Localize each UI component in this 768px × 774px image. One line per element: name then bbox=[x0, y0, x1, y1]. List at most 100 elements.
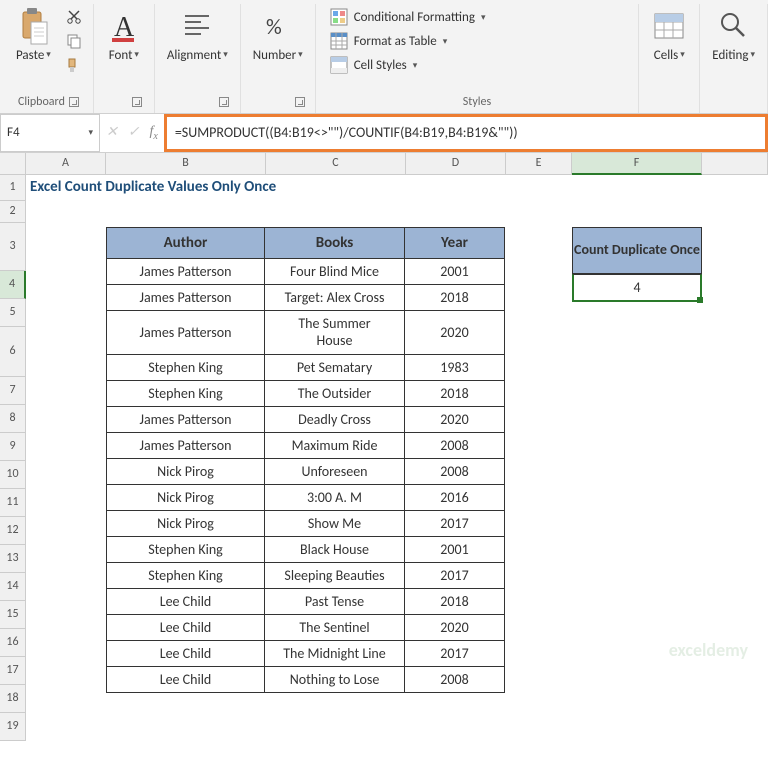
group-styles: Conditional Formatting▾ Format as Table▾… bbox=[316, 4, 640, 113]
format-painter-button[interactable] bbox=[63, 54, 85, 76]
table-cell[interactable]: Show Me bbox=[265, 510, 405, 536]
table-cell[interactable]: Sleeping Beauties bbox=[265, 562, 405, 588]
table-cell[interactable]: Maximum Ride bbox=[265, 432, 405, 458]
table-cell[interactable]: 1983 bbox=[405, 354, 505, 380]
copy-button[interactable] bbox=[63, 30, 85, 52]
row-header-17[interactable]: 17 bbox=[0, 657, 26, 685]
cut-button[interactable] bbox=[63, 6, 85, 28]
table-cell[interactable]: Lee Child bbox=[107, 666, 265, 692]
row-header-12[interactable]: 12 bbox=[0, 517, 26, 545]
table-cell[interactable]: Pet Sematary bbox=[265, 354, 405, 380]
column-header-F[interactable]: F bbox=[572, 153, 702, 175]
column-header-B[interactable]: B bbox=[106, 153, 266, 175]
table-cell[interactable]: Nick Pirog bbox=[107, 484, 265, 510]
table-cell[interactable]: 2016 bbox=[405, 484, 505, 510]
table-cell[interactable]: 3:00 A. M bbox=[265, 484, 405, 510]
row-header-14[interactable]: 14 bbox=[0, 573, 26, 601]
row-header-5[interactable]: 5 bbox=[0, 299, 26, 327]
table-cell[interactable]: The SummerHouse bbox=[265, 310, 405, 354]
table-cell[interactable]: 2018 bbox=[405, 588, 505, 614]
table-cell[interactable]: James Patterson bbox=[107, 310, 265, 354]
row-header-18[interactable]: 18 bbox=[0, 685, 26, 713]
font-button[interactable]: A Font▾ bbox=[100, 4, 148, 65]
table-cell[interactable]: Stephen King bbox=[107, 536, 265, 562]
alignment-button[interactable]: Alignment▾ bbox=[161, 4, 234, 65]
table-cell[interactable]: 2018 bbox=[405, 284, 505, 310]
table-cell[interactable]: 2020 bbox=[405, 310, 505, 354]
dialog-launcher[interactable] bbox=[69, 97, 79, 107]
name-box[interactable]: F4 ▾ bbox=[0, 114, 100, 152]
row-header-7[interactable]: 7 bbox=[0, 377, 26, 405]
cell-styles-button[interactable]: Cell Styles▾ bbox=[326, 54, 629, 76]
table-cell[interactable]: Stephen King bbox=[107, 562, 265, 588]
table-cell[interactable]: 2008 bbox=[405, 666, 505, 692]
column-header-A[interactable]: A bbox=[26, 153, 106, 175]
row-header-6[interactable]: 6 bbox=[0, 327, 26, 377]
table-cell[interactable]: Stephen King bbox=[107, 354, 265, 380]
row-header-10[interactable]: 10 bbox=[0, 461, 26, 489]
formula-input[interactable]: =SUMPRODUCT((B4:B19<>"")/COUNTIF(B4:B19,… bbox=[164, 114, 768, 152]
row-header-2[interactable]: 2 bbox=[0, 201, 26, 223]
row-header-15[interactable]: 15 bbox=[0, 601, 26, 629]
table-cell[interactable]: Stephen King bbox=[107, 380, 265, 406]
row-header-11[interactable]: 11 bbox=[0, 489, 26, 517]
table-cell[interactable]: Four Blind Mice bbox=[265, 258, 405, 284]
table-cell[interactable]: Lee Child bbox=[107, 614, 265, 640]
table-cell[interactable]: 2017 bbox=[405, 510, 505, 536]
table-cell[interactable]: James Patterson bbox=[107, 406, 265, 432]
table-cell[interactable]: 2017 bbox=[405, 562, 505, 588]
table-cell[interactable]: Deadly Cross bbox=[265, 406, 405, 432]
conditional-formatting-button[interactable]: Conditional Formatting▾ bbox=[326, 6, 629, 28]
table-cell[interactable]: 2008 bbox=[405, 432, 505, 458]
table-cell[interactable]: Target: Alex Cross bbox=[265, 284, 405, 310]
percent-icon: % bbox=[260, 6, 296, 46]
table-cell[interactable]: 2001 bbox=[405, 536, 505, 562]
table-cell[interactable]: Black House bbox=[265, 536, 405, 562]
row-header-8[interactable]: 8 bbox=[0, 405, 26, 433]
table-cell[interactable]: The Midnight Line bbox=[265, 640, 405, 666]
column-header-D[interactable]: D bbox=[406, 153, 506, 175]
dialog-launcher[interactable] bbox=[295, 97, 305, 107]
table-cell[interactable]: 2008 bbox=[405, 458, 505, 484]
column-header-E[interactable]: E bbox=[506, 153, 572, 175]
table-cell[interactable]: 2020 bbox=[405, 406, 505, 432]
format-as-table-button[interactable]: Format as Table▾ bbox=[326, 30, 629, 52]
table-cell[interactable]: James Patterson bbox=[107, 284, 265, 310]
table-cell[interactable]: Nothing to Lose bbox=[265, 666, 405, 692]
table-cell[interactable]: Lee Child bbox=[107, 640, 265, 666]
row-header-19[interactable]: 19 bbox=[0, 713, 26, 741]
table-cell[interactable]: 2001 bbox=[405, 258, 505, 284]
enter-formula-button[interactable]: ✓ bbox=[128, 124, 140, 141]
table-cell[interactable]: James Patterson bbox=[107, 432, 265, 458]
table-cell[interactable]: James Patterson bbox=[107, 258, 265, 284]
active-cell[interactable]: 4 bbox=[572, 274, 702, 302]
row-header-9[interactable]: 9 bbox=[0, 433, 26, 461]
fx-button[interactable]: fx bbox=[149, 124, 157, 142]
table-cell[interactable]: 2017 bbox=[405, 640, 505, 666]
row-header-3[interactable]: 3 bbox=[0, 223, 26, 271]
table-cell[interactable]: Nick Pirog bbox=[107, 510, 265, 536]
table-row: Nick Pirog3:00 A. M2016 bbox=[107, 484, 505, 510]
cells-button[interactable]: Cells▾ bbox=[645, 4, 693, 65]
paste-button[interactable]: Paste▾ bbox=[10, 4, 57, 65]
cancel-formula-button[interactable]: ✕ bbox=[106, 124, 118, 141]
table-cell[interactable]: 2020 bbox=[405, 614, 505, 640]
group-clipboard: Paste▾ Clipboard bbox=[4, 4, 94, 113]
column-header-C[interactable]: C bbox=[266, 153, 406, 175]
dialog-launcher[interactable] bbox=[219, 97, 229, 107]
dialog-launcher[interactable] bbox=[132, 97, 142, 107]
table-cell[interactable]: Nick Pirog bbox=[107, 458, 265, 484]
row-header-1[interactable]: 1 bbox=[0, 175, 26, 201]
table-cell[interactable]: 2018 bbox=[405, 380, 505, 406]
row-header-16[interactable]: 16 bbox=[0, 629, 26, 657]
row-header-13[interactable]: 13 bbox=[0, 545, 26, 573]
table-cell[interactable]: Past Tense bbox=[265, 588, 405, 614]
select-all-triangle[interactable] bbox=[0, 153, 26, 175]
table-cell[interactable]: Unforeseen bbox=[265, 458, 405, 484]
table-cell[interactable]: The Sentinel bbox=[265, 614, 405, 640]
table-cell[interactable]: Lee Child bbox=[107, 588, 265, 614]
editing-button[interactable]: Editing▾ bbox=[706, 4, 761, 65]
table-cell[interactable]: The Outsider bbox=[265, 380, 405, 406]
row-header-4[interactable]: 4 bbox=[0, 271, 26, 299]
number-button[interactable]: % Number▾ bbox=[247, 4, 309, 65]
